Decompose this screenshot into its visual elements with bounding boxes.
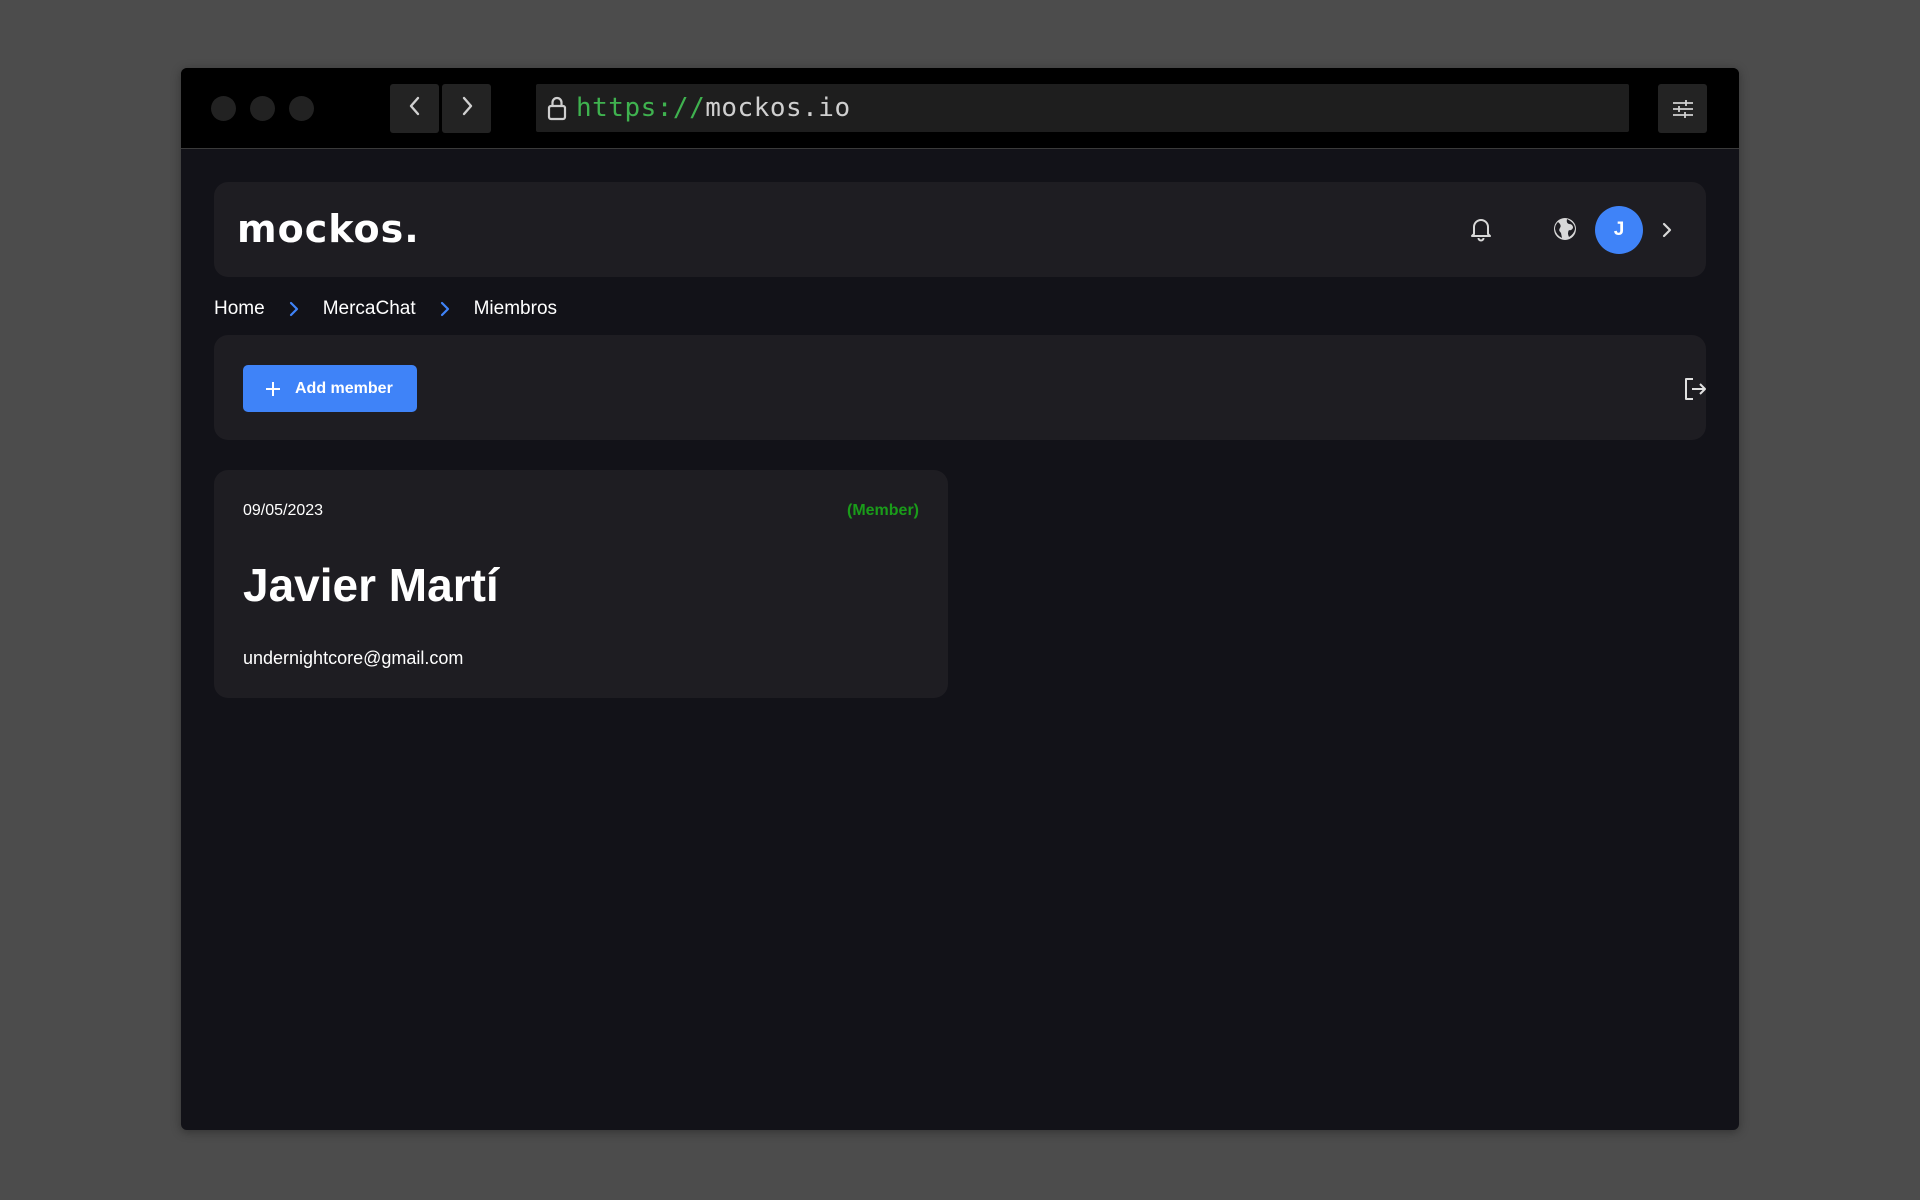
globe-icon[interactable] — [1550, 214, 1580, 244]
browser-window: https://mockos.io mockos. J Home MercaCh… — [181, 68, 1739, 1130]
bell-icon[interactable] — [1466, 214, 1496, 244]
chevron-left-icon — [407, 95, 423, 122]
member-role-badge: (Member) — [846, 502, 919, 519]
member-email: undernightcore@gmail.com — [243, 648, 464, 668]
app-header: mockos. J — [214, 182, 1706, 277]
browser-titlebar: https://mockos.io — [181, 68, 1739, 149]
forward-button[interactable] — [442, 84, 491, 133]
logout-button[interactable] — [1681, 375, 1709, 403]
add-member-label: Add member — [295, 379, 393, 397]
member-name: Javier Martí — [243, 559, 499, 611]
breadcrumb-project[interactable]: MercaChat — [323, 298, 416, 320]
logout-icon — [1682, 376, 1708, 402]
plus-icon — [265, 381, 281, 397]
breadcrumb-current: Miembros — [473, 298, 558, 319]
window-maximize-dot[interactable] — [289, 96, 314, 121]
window-close-dot[interactable] — [211, 96, 236, 121]
url-text: https://mockos.io — [576, 93, 851, 123]
chevron-right-icon — [459, 95, 475, 122]
members-toolbar: Add member — [214, 335, 1706, 440]
sliders-icon — [1671, 98, 1695, 120]
chevron-right-icon[interactable] — [1657, 218, 1677, 242]
url-host: mockos.io — [705, 93, 851, 123]
member-date: 09/05/2023 — [243, 502, 324, 519]
breadcrumb: Home MercaChat Miembros — [214, 294, 557, 324]
member-card[interactable]: 09/05/2023 (Member) Javier Martí underni… — [214, 470, 948, 698]
add-member-button[interactable]: Add member — [243, 365, 417, 412]
user-avatar[interactable]: J — [1595, 206, 1643, 254]
breadcrumb-home[interactable]: Home — [214, 298, 265, 320]
url-scheme: https:// — [576, 93, 706, 123]
chevron-right-icon — [416, 300, 474, 318]
lock-icon — [546, 95, 568, 121]
window-minimize-dot[interactable] — [250, 96, 275, 121]
address-bar[interactable]: https://mockos.io — [536, 84, 1629, 132]
chevron-right-icon — [265, 300, 323, 318]
back-button[interactable] — [390, 84, 439, 133]
mockos-logo[interactable]: mockos. — [237, 210, 420, 248]
browser-settings-button[interactable] — [1658, 84, 1707, 133]
